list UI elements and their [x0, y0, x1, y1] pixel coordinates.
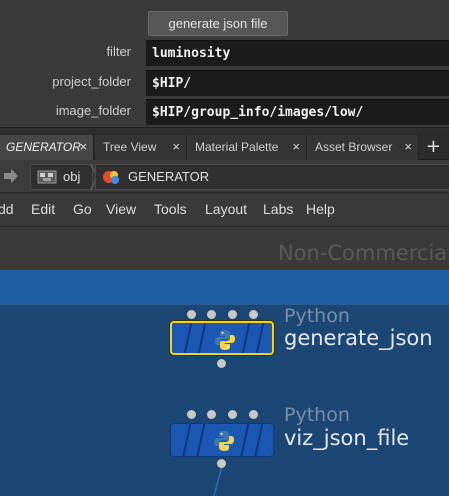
license-watermark: Non-Commercial [277, 241, 449, 265]
param-label-image-folder: image_folder [55, 103, 131, 118]
node-stripe [253, 323, 265, 353]
node-stripe [181, 323, 193, 353]
close-icon[interactable]: × [79, 135, 87, 159]
tab-label: Asset Browser [315, 140, 393, 154]
python-icon [214, 431, 234, 451]
breadcrumb-label: GENERATOR [128, 169, 210, 184]
network-header: Non-Commercial [0, 226, 449, 270]
tab-label: Material Palette [195, 140, 279, 154]
add-tab-button[interactable]: + [426, 135, 441, 159]
pane-tab-bar: GENERATOR × Tree View × Material Palette… [0, 133, 449, 160]
node-name-label: viz_json_file [284, 426, 410, 450]
path-bar: obj GENERATOR [0, 161, 449, 193]
close-icon[interactable]: × [292, 135, 300, 159]
param-row-filter: filter luminosity [0, 40, 449, 66]
node-stripe [194, 424, 206, 456]
node-stripe [239, 323, 251, 353]
tab-label: Tree View [103, 140, 157, 154]
breadcrumb-obj[interactable]: obj [30, 164, 93, 190]
project-folder-field[interactable]: $HIP/ [146, 70, 449, 96]
geometry-node-icon [103, 171, 119, 184]
menu-view[interactable]: View [106, 201, 136, 217]
input-connector[interactable] [207, 410, 216, 419]
menu-edit[interactable]: Edit [31, 201, 55, 217]
node-body[interactable] [170, 321, 274, 355]
node-body[interactable] [170, 423, 274, 457]
tab-asset-browser[interactable]: Asset Browser × [307, 135, 419, 160]
input-connector[interactable] [249, 310, 258, 319]
input-connector[interactable] [187, 410, 196, 419]
node-stripe [195, 323, 207, 353]
close-icon[interactable]: × [172, 135, 180, 159]
output-connector[interactable] [217, 459, 226, 468]
node-wire [213, 466, 223, 496]
network-band [0, 270, 449, 304]
python-icon [215, 330, 235, 350]
input-connector[interactable] [228, 310, 237, 319]
tab-tree-view[interactable]: Tree View × [95, 135, 187, 160]
menu-labs[interactable]: Labs [263, 201, 293, 217]
node-stripe [252, 424, 264, 456]
menu-add[interactable]: dd [0, 201, 14, 217]
param-row-image-folder: image_folder $HIP/group_info/images/low/ [0, 99, 449, 125]
node-type-label: Python [284, 305, 350, 327]
generate-json-button[interactable]: generate json file [148, 11, 288, 36]
input-connector[interactable] [187, 310, 196, 319]
node-name-label: generate_json [284, 326, 433, 350]
breadcrumb-label: obj [63, 169, 81, 184]
node-type-label: Python [284, 404, 350, 426]
image-folder-field[interactable]: $HIP/group_info/images/low/ [146, 99, 449, 125]
output-connector[interactable] [217, 359, 226, 368]
parameter-panel: generate json file filter luminosity pro… [0, 0, 449, 128]
menu-bar: dd Edit Go View Tools Layout Labs Help [0, 194, 449, 226]
input-connector[interactable] [249, 410, 258, 419]
input-connector[interactable] [228, 410, 237, 419]
node-stripe [238, 424, 250, 456]
breadcrumb-generator[interactable]: GENERATOR [95, 164, 449, 190]
menu-go[interactable]: Go [73, 201, 92, 217]
close-icon[interactable]: × [404, 135, 412, 159]
tab-material-palette[interactable]: Material Palette × [187, 135, 307, 160]
tab-label: GENERATOR [6, 140, 81, 154]
node-stripe [180, 424, 192, 456]
menu-tools[interactable]: Tools [154, 201, 187, 217]
menu-layout[interactable]: Layout [205, 201, 247, 217]
forward-arrow-icon[interactable] [2, 167, 20, 185]
input-connector[interactable] [207, 310, 216, 319]
param-row-project-folder: project_folder $HIP/ [0, 70, 449, 96]
filter-field[interactable]: luminosity [146, 40, 449, 66]
param-label-project-folder: project_folder [52, 74, 131, 89]
node-viz-json-file[interactable]: Python viz_json_file [170, 404, 430, 470]
node-generate-json[interactable]: Python generate_json [170, 305, 433, 370]
obj-network-icon [37, 170, 57, 184]
tab-generator[interactable]: GENERATOR × [0, 135, 94, 160]
param-label-filter: filter [106, 44, 131, 59]
menu-help[interactable]: Help [306, 201, 335, 217]
